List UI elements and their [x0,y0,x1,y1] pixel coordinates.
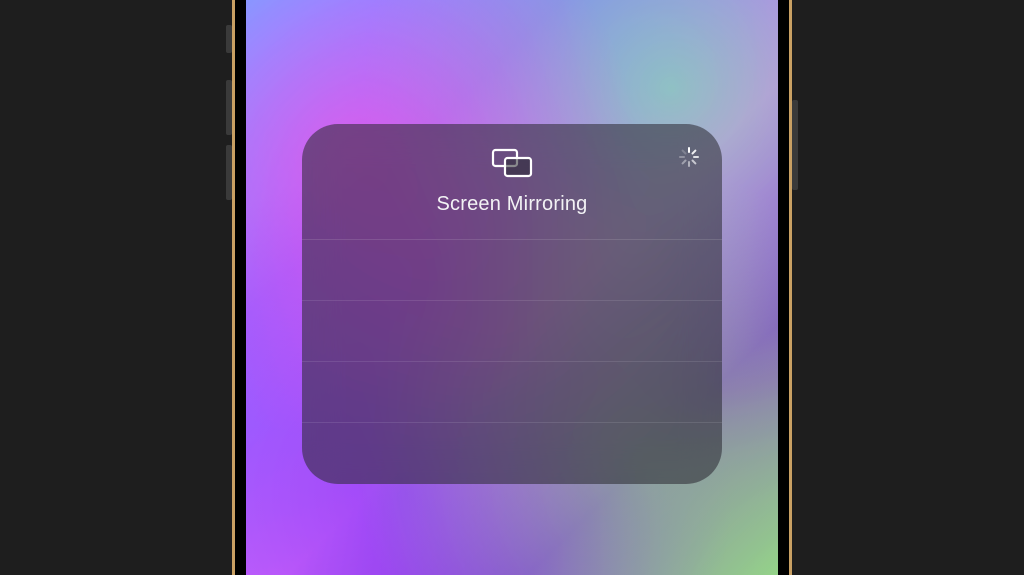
device-row[interactable] [302,362,722,423]
device-row[interactable] [302,301,722,362]
volume-down-button[interactable] [226,145,232,200]
device-row[interactable] [302,240,722,301]
card-title: Screen Mirroring [302,193,722,216]
screen-mirroring-card[interactable]: Screen Mirroring [302,124,722,484]
volume-up-button[interactable] [226,80,232,135]
power-button[interactable] [792,100,798,190]
phone-frame: Screen Mirroring [232,0,792,575]
mute-switch[interactable] [226,25,232,53]
card-header: Screen Mirroring [302,124,722,240]
phone-screen: Screen Mirroring [246,0,778,575]
device-row[interactable] [302,423,722,484]
screen-mirroring-icon [491,148,533,183]
loading-spinner-icon [678,146,700,168]
device-list [302,240,722,484]
